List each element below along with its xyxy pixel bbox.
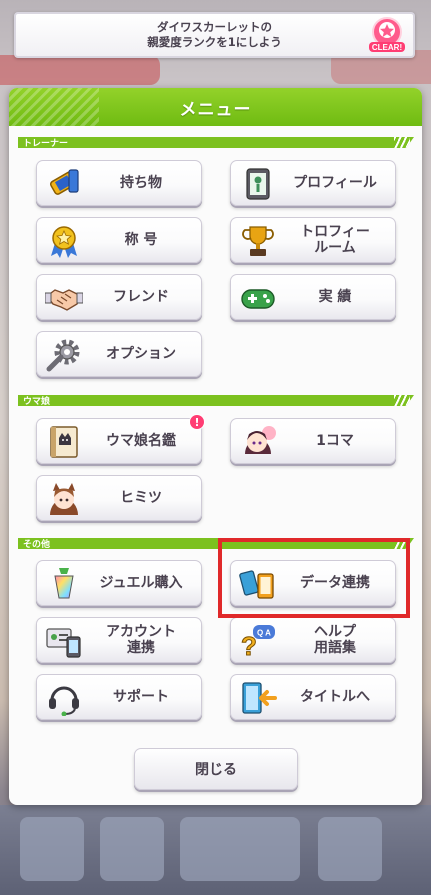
trophy-room-label: トロフィー ルーム xyxy=(279,218,391,262)
section-label-other: その他 xyxy=(23,540,51,550)
title-label: 称 号 xyxy=(124,232,158,248)
friends-label: フレンド xyxy=(113,289,169,305)
menu-panel: メニュー トレーナー 持ち物 プロフィール 称 号 トロフィールーム フレンド xyxy=(9,88,422,805)
mission-text-line1: ダイワスカーレットの xyxy=(157,20,272,34)
background-bottom-bar xyxy=(0,805,431,895)
section-header-trainer: トレーナー xyxy=(18,137,414,148)
menu-header: メニュー xyxy=(9,88,422,126)
trophy-room-label-line1: トロフィー xyxy=(300,224,370,240)
clear-badge-label: CLEAR! xyxy=(372,43,402,52)
encyclopedia-book-icon xyxy=(45,424,83,460)
handshake-icon xyxy=(44,280,84,316)
menu-title: メニュー xyxy=(179,100,252,120)
account-link-label: アカウント 連携 xyxy=(85,618,197,662)
account-link-button[interactable]: アカウント 連携 xyxy=(36,617,202,663)
items-icon xyxy=(45,166,83,202)
profile-card-icon xyxy=(239,166,277,202)
secret-label: ヒミツ xyxy=(120,490,162,506)
jewel-icon xyxy=(45,566,83,602)
background-tile xyxy=(20,817,84,881)
background-decor xyxy=(0,55,160,85)
section-label-umamusume: ウマ娘 xyxy=(23,397,51,407)
help-glossary-label: ヘルプ 用語集 xyxy=(279,618,391,662)
jewel-purchase-button[interactable]: ジュエル購入 xyxy=(36,560,202,606)
section-header-umamusume: ウマ娘 xyxy=(18,395,414,406)
mission-text-line2: 親愛度ランクを1にしよう xyxy=(147,35,282,49)
mission-text: ダイワスカーレットの 親愛度ランクを1にしよう xyxy=(76,20,353,50)
section-stripes xyxy=(394,137,410,148)
help-glossary-button[interactable]: Q A? ヘルプ 用語集 xyxy=(230,617,396,663)
options-label: オプション xyxy=(106,346,176,362)
items-label: 持ち物 xyxy=(120,175,162,191)
secret-button[interactable]: ヒミツ xyxy=(36,475,202,521)
trophy-icon xyxy=(239,223,277,259)
clear-badge: CLEAR! xyxy=(365,16,409,54)
title-button[interactable]: 称 号 xyxy=(36,217,202,263)
exit-door-icon xyxy=(239,680,277,716)
options-button[interactable]: オプション xyxy=(36,331,202,377)
character-portrait-icon xyxy=(45,481,83,517)
account-link-label-line2: 連携 xyxy=(127,640,155,656)
section-label-trainer: トレーナー xyxy=(23,139,69,149)
trophy-room-button[interactable]: トロフィー ルーム xyxy=(230,217,396,263)
background-tile xyxy=(180,817,300,881)
items-button[interactable]: 持ち物 xyxy=(36,160,202,206)
medal-icon xyxy=(45,223,83,259)
trophy-room-label-line2: ルーム xyxy=(314,240,356,256)
profile-button[interactable]: プロフィール xyxy=(230,160,396,206)
support-button[interactable]: サポート xyxy=(36,674,202,720)
gamepad-icon xyxy=(239,280,277,316)
svg-text:?: ? xyxy=(241,631,257,659)
support-label: サポート xyxy=(113,689,169,705)
headset-icon xyxy=(45,680,83,717)
background-tile xyxy=(100,817,164,881)
account-card-icon xyxy=(45,623,83,659)
highlight-box xyxy=(218,538,410,618)
profile-label: プロフィール xyxy=(293,175,377,191)
to-title-label: タイトルへ xyxy=(300,689,370,705)
question-icon: Q A? xyxy=(239,623,277,662)
achievements-button[interactable]: 実 績 xyxy=(230,274,396,320)
encyclopedia-label: ウマ娘名鑑 xyxy=(106,433,176,449)
achievements-label: 実 績 xyxy=(318,289,352,305)
notification-badge: ! xyxy=(189,414,205,430)
jewel-purchase-label: ジュエル購入 xyxy=(99,575,183,591)
close-button[interactable]: 閉じる xyxy=(134,748,298,790)
encyclopedia-button[interactable]: ウマ娘名鑑 ! xyxy=(36,414,205,464)
mission-banner[interactable]: ダイワスカーレットの 親愛度ランクを1にしよう CLEAR! xyxy=(14,12,415,58)
help-glossary-label-line2: 用語集 xyxy=(314,640,356,656)
svg-text:Q A: Q A xyxy=(257,629,271,638)
to-title-button[interactable]: タイトルへ xyxy=(230,674,396,720)
close-label: 閉じる xyxy=(195,762,237,778)
help-glossary-label-line1: ヘルプ xyxy=(314,624,356,640)
background-tile xyxy=(318,817,382,881)
one-koma-label: 1コマ xyxy=(316,433,354,449)
one-koma-button[interactable]: 1コマ xyxy=(230,418,396,464)
friends-button[interactable]: フレンド xyxy=(36,274,202,320)
character-portrait-icon xyxy=(239,424,277,460)
gear-wrench-icon xyxy=(45,337,83,373)
account-link-label-line1: アカウント xyxy=(106,624,176,640)
section-stripes xyxy=(394,395,410,406)
